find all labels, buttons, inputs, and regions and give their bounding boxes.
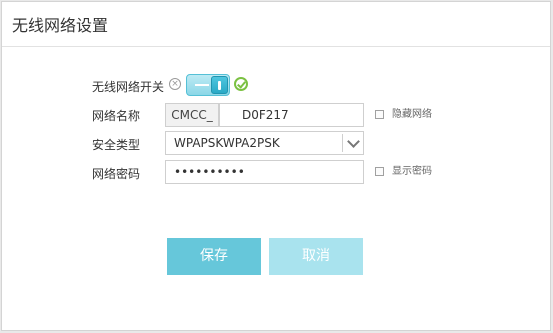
ssid-label: 网络名称: [92, 109, 141, 123]
switch-track-line: [195, 84, 209, 86]
cancel-button[interactable]: 取消: [269, 238, 363, 275]
hide-network-checkbox[interactable]: [375, 110, 384, 119]
wireless-settings-dialog: 无线网络设置 无线网络开关 × 网络名称 CMCC_ D0F217 隐藏网络 安…: [1, 1, 551, 331]
password-label: 网络密码: [92, 167, 141, 181]
show-password-label: 显示密码: [392, 166, 432, 177]
hide-network-label: 隐藏网络: [392, 109, 432, 120]
save-button[interactable]: 保存: [167, 238, 261, 275]
ssid-prefix: CMCC_: [165, 103, 219, 127]
select-divider: [342, 134, 343, 152]
title-divider: [2, 46, 550, 47]
show-password-checkbox[interactable]: [375, 167, 384, 176]
x-circle-icon: ×: [169, 78, 181, 90]
chevron-down-icon[interactable]: [347, 135, 360, 148]
wireless-toggle-switch[interactable]: [186, 74, 230, 96]
page-title: 无线网络设置: [12, 16, 109, 35]
password-input[interactable]: ••••••••••: [165, 160, 364, 184]
check-circle-icon: [234, 77, 248, 91]
security-type-select[interactable]: WPAPSKWPA2PSK: [165, 131, 364, 155]
security-type-value: WPAPSKWPA2PSK: [174, 136, 280, 150]
security-type-label: 安全类型: [92, 138, 141, 152]
switch-knob[interactable]: [211, 76, 228, 94]
wireless-switch-label: 无线网络开关: [92, 80, 165, 94]
ssid-input[interactable]: D0F217: [219, 103, 364, 127]
